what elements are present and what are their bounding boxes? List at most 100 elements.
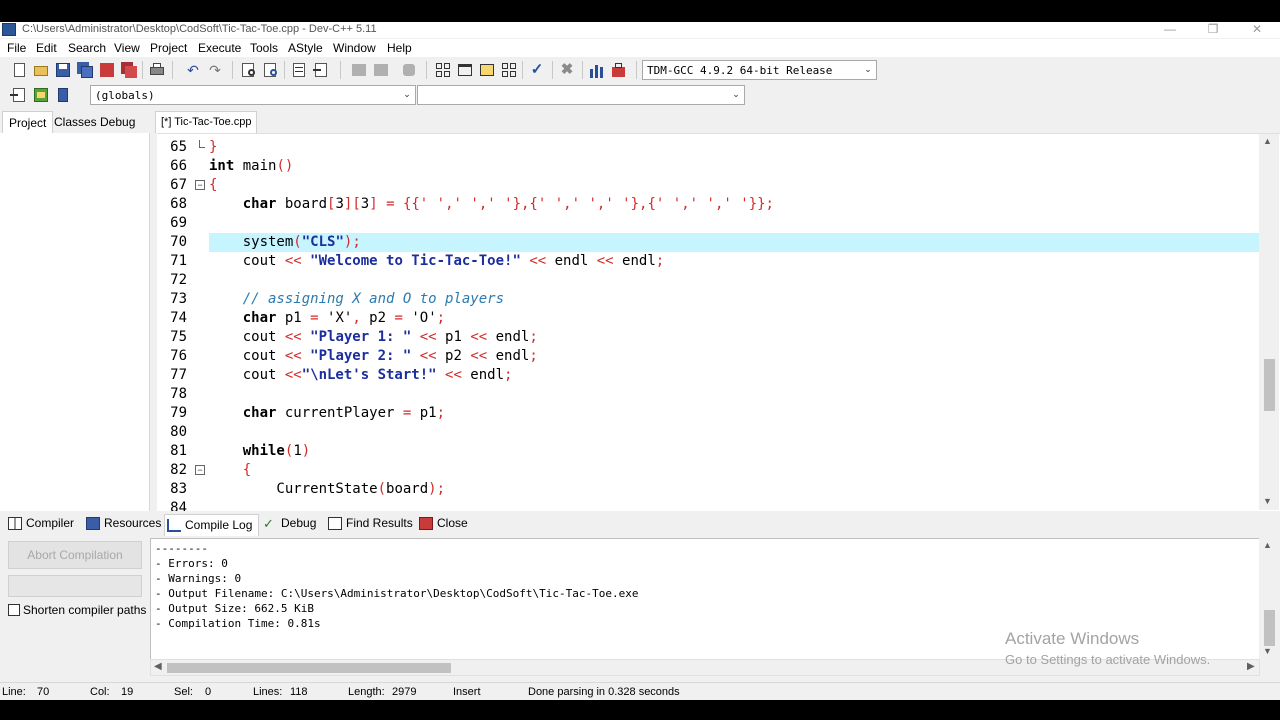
tiles-icon[interactable] xyxy=(500,61,518,79)
scroll-down-icon[interactable]: ▼ xyxy=(1263,646,1272,656)
line-number: 66 xyxy=(170,158,187,174)
find-icon[interactable] xyxy=(240,61,258,79)
tab-find-results[interactable]: Find Results xyxy=(326,516,413,534)
menu-view[interactable]: View xyxy=(114,41,140,55)
project-panel xyxy=(0,133,150,511)
check-syntax-icon[interactable]: ✓ xyxy=(528,61,546,79)
menu-execute[interactable]: Execute xyxy=(198,41,241,55)
scroll-left-icon[interactable]: ◀ xyxy=(154,661,162,672)
compile-progress-bar xyxy=(8,575,142,597)
close-file-icon[interactable] xyxy=(98,61,116,79)
save-all-icon[interactable] xyxy=(76,61,94,79)
code-line: 72 xyxy=(157,271,1257,290)
shorten-paths-label: Shorten compiler paths xyxy=(23,603,147,617)
code-text: { xyxy=(242,462,252,478)
scrollbar-thumb[interactable] xyxy=(167,663,451,673)
line-number: 80 xyxy=(170,424,187,440)
goto-line-icon[interactable] xyxy=(290,61,308,79)
check-icon: ✓ xyxy=(263,516,274,531)
undo-icon[interactable]: ↶ xyxy=(184,61,202,79)
tab-debug-output[interactable]: ✓ Debug xyxy=(261,516,316,534)
scroll-right-icon[interactable]: ▶ xyxy=(1247,661,1255,672)
scroll-up-icon[interactable]: ▲ xyxy=(1263,136,1272,146)
devcpp-logo-icon xyxy=(2,23,16,36)
toolbar-separator xyxy=(340,61,341,79)
chevron-down-icon: ⌄ xyxy=(864,64,872,74)
close-window-icon[interactable]: ✕ xyxy=(1242,22,1272,38)
unindent-icon[interactable] xyxy=(372,61,390,79)
code-text: // assigning X and O to players xyxy=(242,291,505,307)
status-length-value: 2979 xyxy=(392,686,417,698)
minimize-icon[interactable]: — xyxy=(1155,22,1185,38)
title-bar: C:\Users\Administrator\Desktop\CodSoft\T… xyxy=(0,22,1280,38)
replace-icon[interactable] xyxy=(262,61,280,79)
toggle-comment-icon[interactable] xyxy=(400,61,418,79)
stop-execution-icon[interactable]: ✖ xyxy=(558,61,576,79)
profile-chart-icon[interactable] xyxy=(588,61,606,79)
file-tab[interactable]: [*] Tic-Tac-Toe.cpp xyxy=(155,111,258,133)
menu-bar: File Edit Search View Project Execute To… xyxy=(0,39,1280,57)
code-text: { xyxy=(209,177,218,193)
line-number: 78 xyxy=(170,386,187,402)
new-file-icon[interactable] xyxy=(10,61,28,79)
goto-function-icon[interactable] xyxy=(312,61,330,79)
scroll-up-icon[interactable]: ▲ xyxy=(1263,540,1272,550)
tab-debug[interactable]: Debug xyxy=(94,111,141,133)
delete-profiling-icon[interactable] xyxy=(610,61,628,79)
toggle-bookmark-icon[interactable] xyxy=(32,86,50,104)
line-number: 73 xyxy=(170,291,187,307)
shorten-paths-checkbox[interactable] xyxy=(8,604,20,616)
abort-compilation-button[interactable]: Abort Compilation xyxy=(8,541,142,569)
scrollbar-thumb[interactable] xyxy=(1264,610,1275,646)
menu-project[interactable]: Project xyxy=(150,41,187,55)
log-line: - Compilation Time: 0.81s xyxy=(155,617,321,630)
restore-icon[interactable]: ❐ xyxy=(1198,22,1228,38)
tab-compiler[interactable]: Compiler xyxy=(6,516,74,534)
menu-edit[interactable]: Edit xyxy=(36,41,57,55)
window-icon[interactable] xyxy=(456,61,474,79)
insert-code-icon[interactable] xyxy=(10,86,28,104)
status-message: Done parsing in 0.328 seconds xyxy=(528,686,680,698)
editor-vertical-scrollbar[interactable]: ▲ ▼ xyxy=(1259,134,1279,510)
code-text: cout << "Player 1: " << p1 << endl; xyxy=(209,329,538,345)
line-number: 83 xyxy=(170,481,187,497)
line-number: 75 xyxy=(170,329,187,345)
menu-window[interactable]: Window xyxy=(333,41,376,55)
scope-select[interactable]: (globals) ⌄ xyxy=(90,85,416,105)
line-number: 77 xyxy=(170,367,187,383)
line-number: 74 xyxy=(170,310,187,326)
menu-file[interactable]: File xyxy=(7,41,26,55)
menu-astyle[interactable]: AStyle xyxy=(288,41,323,55)
activate-windows-title: Activate Windows xyxy=(1005,629,1140,648)
code-line: 76 cout << "Player 2: " << p2 << endl; xyxy=(157,347,1257,366)
fold-collapse-icon[interactable]: − xyxy=(195,465,205,475)
indent-icon[interactable] xyxy=(350,61,368,79)
menu-tools[interactable]: Tools xyxy=(250,41,278,55)
scroll-down-icon[interactable]: ▼ xyxy=(1263,496,1272,506)
layout-grid-icon[interactable] xyxy=(434,61,452,79)
code-line: 77 cout <<"\nLet's Start!" << endl; xyxy=(157,366,1257,385)
tab-project[interactable]: Project xyxy=(2,111,54,133)
scrollbar-thumb[interactable] xyxy=(1264,359,1275,411)
close-all-icon[interactable] xyxy=(120,61,138,79)
compiler-select[interactable]: TDM-GCC 4.9.2 64-bit Release ⌄ xyxy=(642,60,877,80)
status-col-value: 19 xyxy=(121,686,134,698)
fold-collapse-icon[interactable]: − xyxy=(195,180,205,190)
find-results-icon xyxy=(328,517,342,530)
class-browser-icon[interactable] xyxy=(478,61,496,79)
open-file-icon[interactable] xyxy=(32,61,50,79)
member-select[interactable]: ⌄ xyxy=(417,85,745,105)
save-icon[interactable] xyxy=(54,61,72,79)
tab-resources[interactable]: Resources xyxy=(84,516,161,534)
menu-help[interactable]: Help xyxy=(387,41,412,55)
menu-search[interactable]: Search xyxy=(68,41,106,55)
code-editor[interactable]: 65 } 66 int main() 67 − { 68 char board[… xyxy=(157,133,1280,511)
print-icon[interactable] xyxy=(148,61,166,79)
code-text: char currentPlayer = p1; xyxy=(242,405,446,421)
goto-bookmark-icon[interactable] xyxy=(54,86,72,104)
tab-compile-log[interactable]: Compile Log xyxy=(164,514,260,536)
line-number: 82 xyxy=(170,462,187,478)
redo-icon[interactable]: ↷ xyxy=(206,61,224,79)
tab-close[interactable]: Close xyxy=(417,516,468,534)
log-vertical-scrollbar[interactable]: ▲ ▼ xyxy=(1259,538,1279,660)
